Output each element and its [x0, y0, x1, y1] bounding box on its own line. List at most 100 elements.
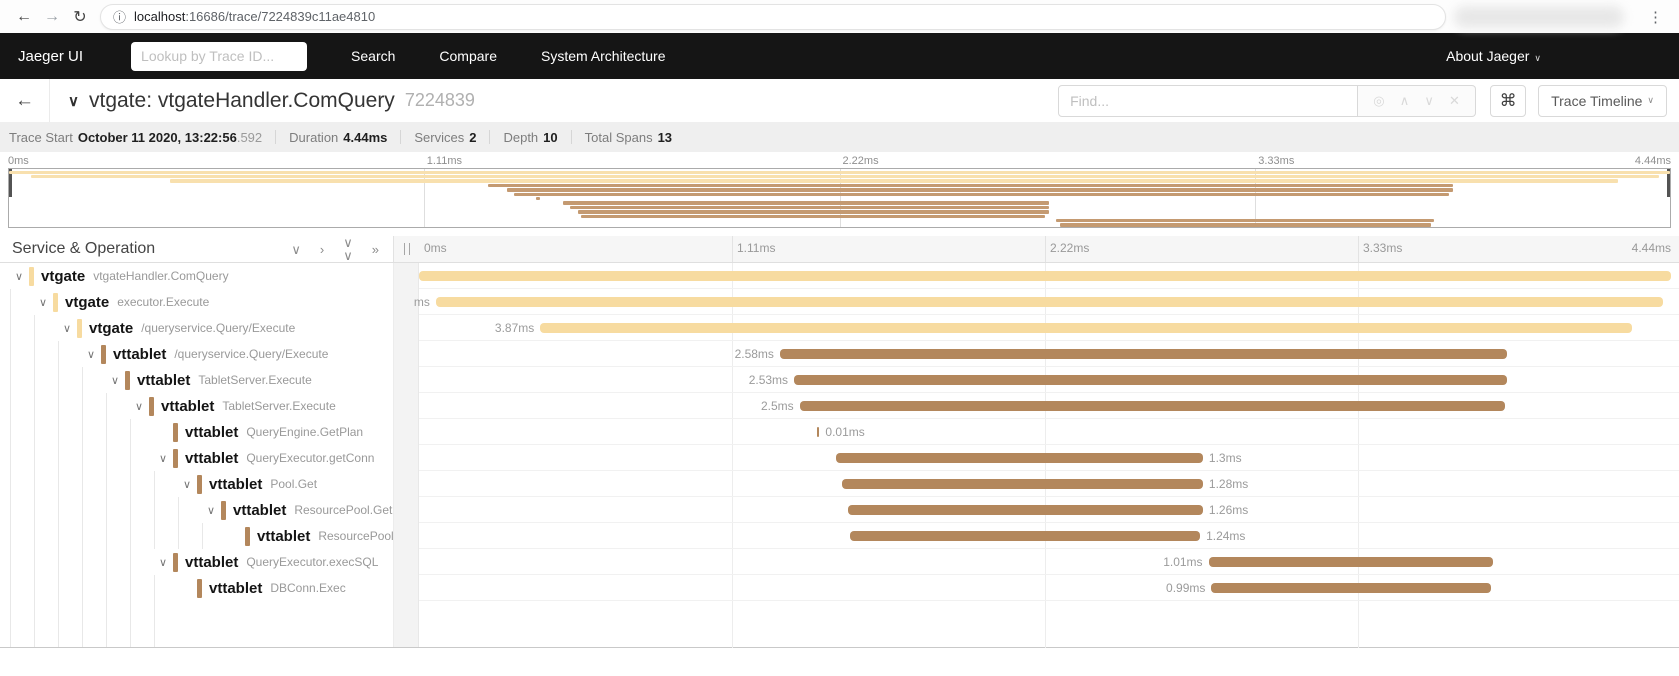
- indent-guide: [58, 575, 82, 601]
- span-name-cell[interactable]: ∨ vtgate vtgateHandler.ComQuery: [0, 263, 394, 289]
- collapse-all-icon[interactable]: ∨: [291, 243, 301, 256]
- row-gutter: [394, 367, 419, 393]
- span-timeline-cell[interactable]: 1.01ms: [419, 549, 1679, 575]
- next-match-icon[interactable]: ∨: [1424, 93, 1434, 109]
- span-timeline-cell[interactable]: 1.3ms: [419, 445, 1679, 471]
- collapse-trace-chevron-icon[interactable]: ∨: [68, 92, 79, 110]
- span-duration-label: 0.01ms: [825, 425, 864, 439]
- indent-guide: [58, 523, 82, 549]
- back-button[interactable]: ←: [0, 79, 50, 122]
- indent-guide: [202, 523, 226, 549]
- span-bar[interactable]: [794, 375, 1507, 385]
- row-gutter: [394, 263, 419, 289]
- browser-reload-button[interactable]: ↻: [66, 3, 94, 31]
- chevron-down-icon[interactable]: ∨: [178, 478, 196, 491]
- timeline-ruler: 0ms 1.11ms 2.22ms 3.33ms 4.44ms: [419, 236, 1679, 262]
- prev-match-icon[interactable]: ∧: [1400, 93, 1410, 109]
- site-info-icon[interactable]: ⓘ: [113, 7, 126, 26]
- indent-guide: [34, 367, 58, 393]
- span-timeline-cell[interactable]: 1.28ms: [419, 471, 1679, 497]
- about-jaeger-menu[interactable]: About Jaeger∨: [1446, 48, 1541, 64]
- address-bar[interactable]: ⓘ localhost:16686/trace/7224839c11ae4810: [100, 4, 1446, 30]
- chevron-down-icon[interactable]: ∨: [58, 322, 76, 335]
- chevron-down-icon[interactable]: ∨: [154, 556, 172, 569]
- span-bar[interactable]: [540, 323, 1631, 333]
- span-name-cell[interactable]: ∨ vtgate /queryservice.Query/Execute: [0, 315, 394, 341]
- span-timeline-cell[interactable]: ms: [419, 289, 1679, 315]
- services-label: Services: [414, 130, 464, 145]
- clear-find-icon[interactable]: ✕: [1449, 93, 1460, 109]
- span-name-cell[interactable]: ∨ vttablet TabletServer.Execute: [0, 367, 394, 393]
- browser-forward-button[interactable]: →: [38, 3, 66, 31]
- chevron-down-icon[interactable]: ∨: [202, 504, 220, 517]
- indent-guide: [58, 445, 82, 471]
- span-name-cell[interactable]: ∨ vttablet TabletServer.Execute: [0, 393, 394, 419]
- span-name-cell[interactable]: ∨ vttablet QueryExecutor.execSQL: [0, 549, 394, 575]
- span-row: ∨ vttablet ResourcePool.Get 1.26ms: [0, 497, 1679, 523]
- nav-item-compare[interactable]: Compare: [439, 48, 497, 64]
- nav-item-system-architecture[interactable]: System Architecture: [541, 48, 666, 64]
- collapse-one-icon[interactable]: ∨∨: [343, 236, 353, 262]
- trace-view-selector[interactable]: Trace Timeline ∨: [1538, 85, 1667, 117]
- span-bar[interactable]: [850, 531, 1200, 541]
- span-timeline-cell[interactable]: 0.99ms: [419, 575, 1679, 601]
- span-bar[interactable]: [800, 401, 1505, 411]
- match-focus-icon[interactable]: ◎: [1373, 93, 1384, 109]
- span-name-cell[interactable]: ∨ vttablet QueryEngine.GetPlan: [0, 419, 394, 445]
- span-timeline-cell[interactable]: 1.24ms: [419, 523, 1679, 549]
- span-timeline-cell[interactable]: 1.26ms: [419, 497, 1679, 523]
- operation-name: vtgateHandler.ComQuery: [93, 269, 228, 283]
- axis-tick: 2.22ms: [843, 155, 879, 167]
- indent-guide: [10, 471, 34, 497]
- span-name-cell[interactable]: ∨ vttablet /queryservice.Query/Execute: [0, 341, 394, 367]
- span-bar[interactable]: [1209, 557, 1494, 567]
- span-name-cell[interactable]: ∨ vttablet Pool.Get: [0, 471, 394, 497]
- span-name-cell[interactable]: ∨ vttablet ResourcePool.factory: [0, 523, 394, 549]
- browser-menu-icon[interactable]: ⋮: [1642, 8, 1669, 26]
- chevron-down-icon[interactable]: ∨: [130, 400, 148, 413]
- trace-id-lookup-input[interactable]: [131, 42, 307, 71]
- span-bar[interactable]: [1211, 583, 1490, 593]
- span-timeline-cell[interactable]: 2.58ms: [419, 341, 1679, 367]
- chevron-down-icon[interactable]: ∨: [154, 452, 172, 465]
- expand-all-icon[interactable]: »: [372, 243, 379, 256]
- span-bar[interactable]: [436, 297, 1663, 307]
- expand-one-icon[interactable]: ›: [320, 243, 324, 256]
- jaeger-ui-brand[interactable]: Jaeger UI: [18, 48, 83, 65]
- operation-name: ResourcePool.factory: [318, 529, 394, 543]
- chevron-down-icon[interactable]: ∨: [10, 270, 28, 283]
- span-name-cell[interactable]: ∨ vttablet QueryExecutor.getConn: [0, 445, 394, 471]
- span-timeline-cell[interactable]: 0.01ms: [419, 419, 1679, 445]
- span-timeline-cell[interactable]: 2.53ms: [419, 367, 1679, 393]
- minimap-span-bar: [507, 188, 1453, 192]
- span-bar[interactable]: [842, 479, 1203, 489]
- indent-guide: [82, 393, 106, 419]
- indent-guide: [106, 575, 130, 601]
- browser-back-button[interactable]: ←: [10, 3, 38, 31]
- span-bar[interactable]: [817, 427, 820, 437]
- total-spans-value: 13: [658, 130, 672, 145]
- indent-guide: [82, 601, 106, 647]
- indent-guide: [106, 549, 130, 575]
- span-timeline-cell[interactable]: [419, 263, 1679, 289]
- trace-minimap[interactable]: [8, 168, 1671, 228]
- column-resize-grip[interactable]: [404, 243, 410, 255]
- indent-guide: [154, 497, 178, 523]
- span-bar[interactable]: [848, 505, 1203, 515]
- nav-item-search[interactable]: Search: [351, 48, 395, 64]
- indent-guide: [34, 341, 58, 367]
- find-input[interactable]: [1058, 85, 1358, 117]
- chevron-down-icon[interactable]: ∨: [106, 374, 124, 387]
- span-name-cell[interactable]: ∨ vttablet ResourcePool.Get: [0, 497, 394, 523]
- keyboard-shortcuts-button[interactable]: ⌘: [1490, 85, 1526, 117]
- span-bar[interactable]: [780, 349, 1508, 359]
- span-name-cell[interactable]: ∨ vttablet DBConn.Exec: [0, 575, 394, 601]
- chevron-down-icon[interactable]: ∨: [82, 348, 100, 361]
- span-bar[interactable]: [836, 453, 1203, 463]
- span-timeline-cell[interactable]: 2.5ms: [419, 393, 1679, 419]
- span-timeline-cell[interactable]: 3.87ms: [419, 315, 1679, 341]
- chevron-down-icon[interactable]: ∨: [34, 296, 52, 309]
- span-name-cell[interactable]: ∨ vtgate executor.Execute: [0, 289, 394, 315]
- span-bar[interactable]: [419, 271, 1671, 281]
- service-name: vttablet: [257, 528, 310, 545]
